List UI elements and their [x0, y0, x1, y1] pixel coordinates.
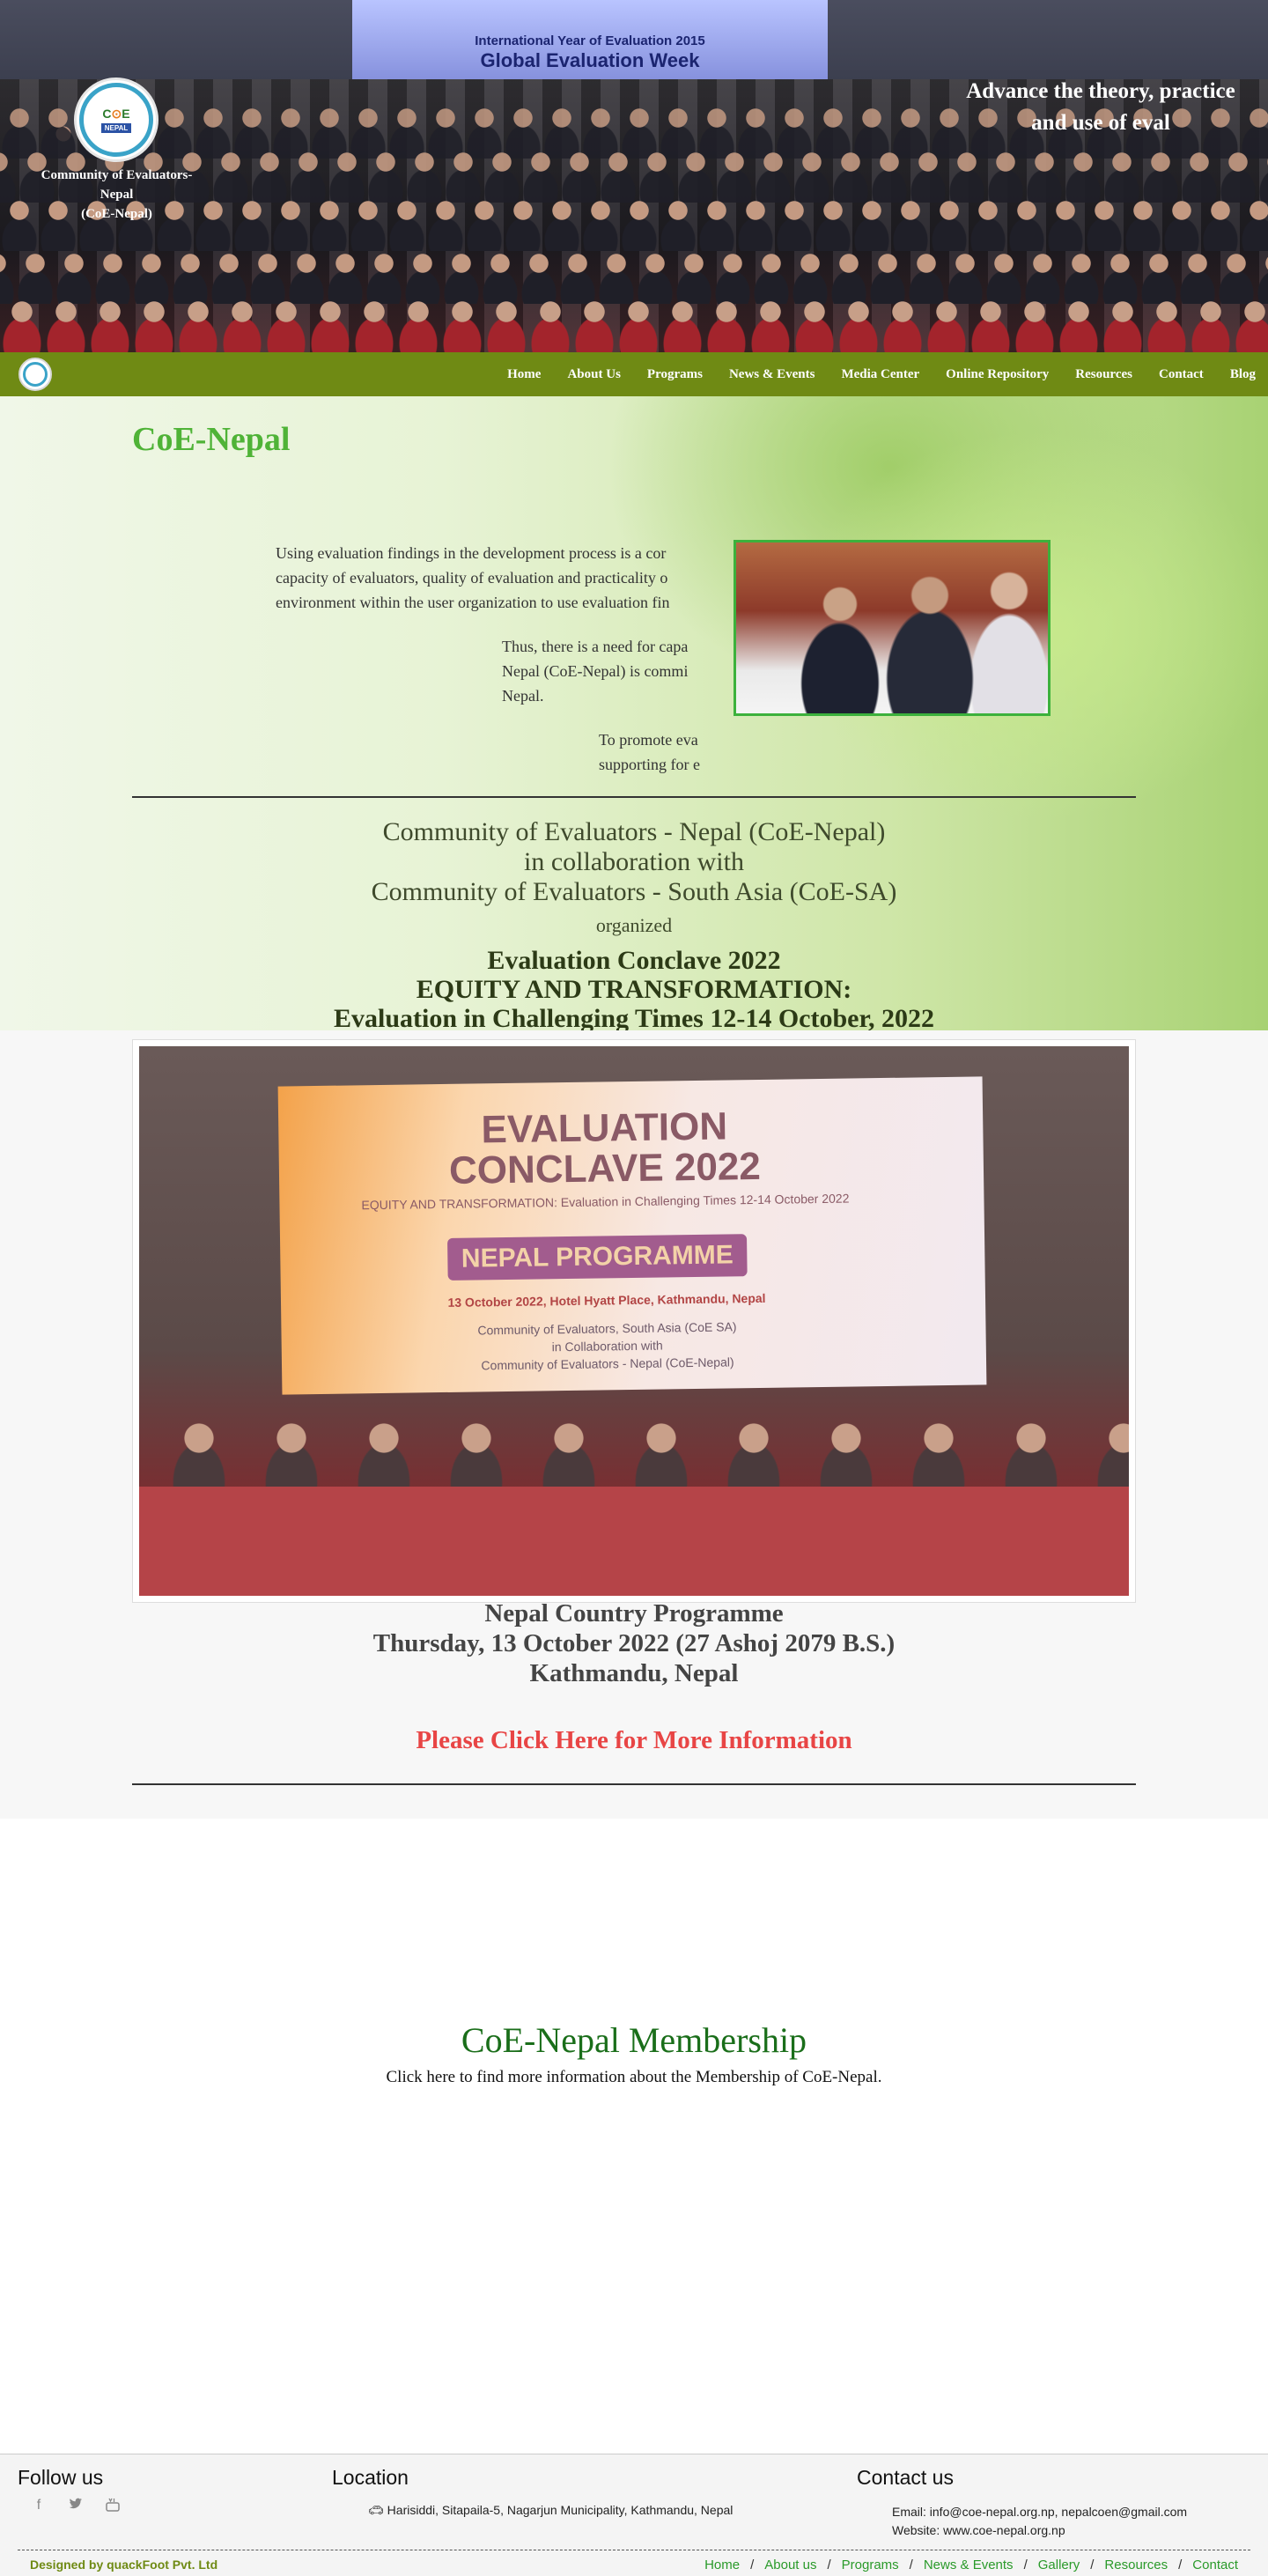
address: 🚗︎ Harisiddi, Sitapaila-5, Nagarjun Muni…	[368, 2503, 733, 2518]
more-info-link[interactable]: Please Click Here for More Information	[0, 1726, 1268, 1755]
org-name: Community of Evaluators- Nepal (CoE-Nepa…	[26, 166, 207, 224]
announcement-heading: Community of Evaluators - Nepal (CoE-Nep…	[0, 817, 1268, 907]
org-name-line: (CoE-Nepal)	[81, 207, 152, 221]
logo-coe-text: C⊙E	[102, 107, 130, 121]
banner-title-line: CONCLAVE 2022	[448, 1144, 762, 1192]
announcement-line: in collaboration with	[524, 847, 744, 876]
event-title: Evaluation Conclave 2022 EQUITY AND TRAN…	[0, 946, 1268, 1033]
banner-programme: NEPAL PROGRAMME	[447, 1234, 748, 1281]
separator: /	[827, 2558, 831, 2572]
backdrop-line-2: Global Evaluation Week	[480, 49, 700, 71]
nav-item-media-center[interactable]: Media Center	[841, 367, 919, 382]
banner-title: EVALUATION CONCLAVE 2022	[278, 1103, 931, 1193]
logo-nepal-text: NEPAL	[100, 123, 132, 133]
separator: /	[1090, 2558, 1095, 2572]
nav-item-blog[interactable]: Blog	[1230, 367, 1256, 382]
event-title-line: EQUITY AND TRANSFORMATION:	[416, 975, 852, 1004]
contact-website: Website: www.coe-nepal.org.np	[892, 2523, 1065, 2537]
banner-organizers: Community of Evaluators, South Asia (CoE…	[281, 1315, 933, 1377]
nav-item-about-us[interactable]: About Us	[567, 367, 620, 382]
tagline-line: Advance the theory, practice	[966, 79, 1235, 103]
paragraph-line: To promote eva	[599, 731, 698, 749]
facebook-icon[interactable]: f	[28, 2498, 49, 2516]
intro-paragraph-2: Thus, there is a need for capa Nepal (Co…	[502, 634, 707, 710]
coe-nepal-logo[interactable]: C⊙E NEPAL	[74, 78, 158, 162]
nav-item-resources[interactable]: Resources	[1075, 367, 1132, 382]
logo-ring: C⊙E NEPAL	[79, 83, 153, 157]
nav-item-news-events[interactable]: News & Events	[729, 367, 815, 382]
designed-by[interactable]: Designed by quackFoot Pvt. Ltd	[30, 2558, 217, 2572]
intro-paragraph-3: To promote eva supporting for e	[599, 727, 707, 779]
footer-link-programs[interactable]: Programs	[842, 2558, 899, 2572]
paragraph-line: Thus, there is a need for capa	[502, 638, 689, 655]
organized-label: organized	[595, 914, 673, 936]
separator: /	[909, 2558, 913, 2572]
contact-heading: Contact us	[857, 2466, 954, 2489]
seminar-photo	[734, 540, 1051, 716]
paragraph-line: capacity of evaluators, quality of evalu…	[276, 569, 668, 587]
org-name-line: Community of Evaluators-	[41, 168, 193, 182]
location-heading: Location	[332, 2466, 409, 2489]
event-title-line: Evaluation Conclave 2022	[487, 946, 781, 975]
banner-date-venue: 13 October 2022, Hotel Hyatt Place, Kath…	[447, 1290, 766, 1310]
panel-speakers	[139, 1412, 1129, 1491]
footer-link-resources[interactable]: Resources	[1104, 2558, 1168, 2572]
follow-us-heading: Follow us	[18, 2466, 104, 2489]
nav-logo-icon[interactable]	[18, 358, 52, 391]
footer-link-contact[interactable]: Contact	[1192, 2558, 1238, 2572]
membership-link[interactable]: Click here to find more information abou…	[0, 2068, 1268, 2087]
programme-line: Nepal Country Programme	[484, 1599, 784, 1628]
main-navigation: Home About Us Programs News & Events Med…	[0, 352, 1268, 396]
nav-item-programs[interactable]: Programs	[647, 367, 703, 382]
crowd-row	[0, 251, 1268, 304]
tagline-line: and use of eval	[1031, 111, 1170, 135]
head-table	[139, 1487, 1129, 1596]
footer-link-news-events[interactable]: News & Events	[924, 2558, 1014, 2572]
tagline: Advance the theory, practice and use of …	[933, 76, 1268, 139]
crowd-row	[0, 299, 1268, 352]
paragraph-line: Using evaluation findings in the develop…	[276, 544, 667, 562]
programme-info: Nepal Country Programme Thursday, 13 Oct…	[0, 1598, 1268, 1688]
paragraph-line: environment within the user organization…	[276, 594, 670, 611]
divider	[132, 796, 1136, 798]
conclave-banner: EVALUATION CONCLAVE 2022 EQUITY AND TRAN…	[277, 1076, 987, 1395]
banner-subtitle: EQUITY AND TRANSFORMATION: Evaluation in…	[361, 1191, 850, 1213]
car-icon: 🚗︎	[368, 2503, 384, 2517]
intro-paragraph-1: Using evaluation findings in the develop…	[276, 541, 707, 616]
conclave-photo-frame[interactable]: EVALUATION CONCLAVE 2022 EQUITY AND TRAN…	[132, 1039, 1136, 1603]
footer-link-home[interactable]: Home	[704, 2558, 740, 2572]
youtube-icon[interactable]	[102, 2498, 123, 2516]
paragraph-line: supporting for e	[599, 756, 700, 773]
paragraph-line: Nepal.	[502, 687, 544, 705]
nav-item-online-repository[interactable]: Online Repository	[946, 367, 1049, 382]
separator: /	[750, 2558, 755, 2572]
programme-line: Kathmandu, Nepal	[529, 1659, 739, 1687]
conclave-photo: EVALUATION CONCLAVE 2022 EQUITY AND TRAN…	[139, 1046, 1129, 1596]
separator: /	[1178, 2558, 1183, 2572]
contact-email: Email: info@coe-nepal.org.np, nepalcoen@…	[892, 2505, 1188, 2519]
announcement-line: Community of Evaluators - Nepal (CoE-Nep…	[382, 817, 886, 846]
announcement-line: Community of Evaluators - South Asia (Co…	[371, 877, 897, 906]
org-name-line: Nepal	[100, 188, 134, 202]
footer-link-about-us[interactable]: About us	[764, 2558, 816, 2572]
separator: /	[1023, 2558, 1028, 2572]
paragraph-line: Nepal (CoE-Nepal) is commi	[502, 662, 689, 680]
social-links: f	[28, 2498, 123, 2516]
contact-details: Email: info@coe-nepal.org.np, nepalcoen@…	[892, 2503, 1187, 2540]
footer-link-gallery[interactable]: Gallery	[1038, 2558, 1080, 2572]
divider	[132, 1783, 1136, 1785]
page-title: CoE-Nepal	[132, 421, 291, 458]
event-title-line: Evaluation in Challenging Times 12-14 Oc…	[333, 1004, 935, 1033]
nav-item-home[interactable]: Home	[507, 367, 541, 382]
nav-item-contact[interactable]: Contact	[1159, 367, 1204, 382]
address-text: Harisiddi, Sitapaila-5, Nagarjun Municip…	[387, 2503, 734, 2517]
programme-line: Thursday, 13 October 2022 (27 Ashoj 2079…	[372, 1629, 896, 1657]
membership-title: CoE-Nepal Membership	[461, 2020, 807, 2060]
nav-menu: Home About Us Programs News & Events Med…	[481, 352, 1256, 396]
backdrop-line-1: International Year of Evaluation 2015	[475, 33, 705, 48]
footer-links: Home / About us / Programs / News & Events /…	[704, 2558, 1238, 2572]
twitter-icon[interactable]	[65, 2498, 86, 2516]
